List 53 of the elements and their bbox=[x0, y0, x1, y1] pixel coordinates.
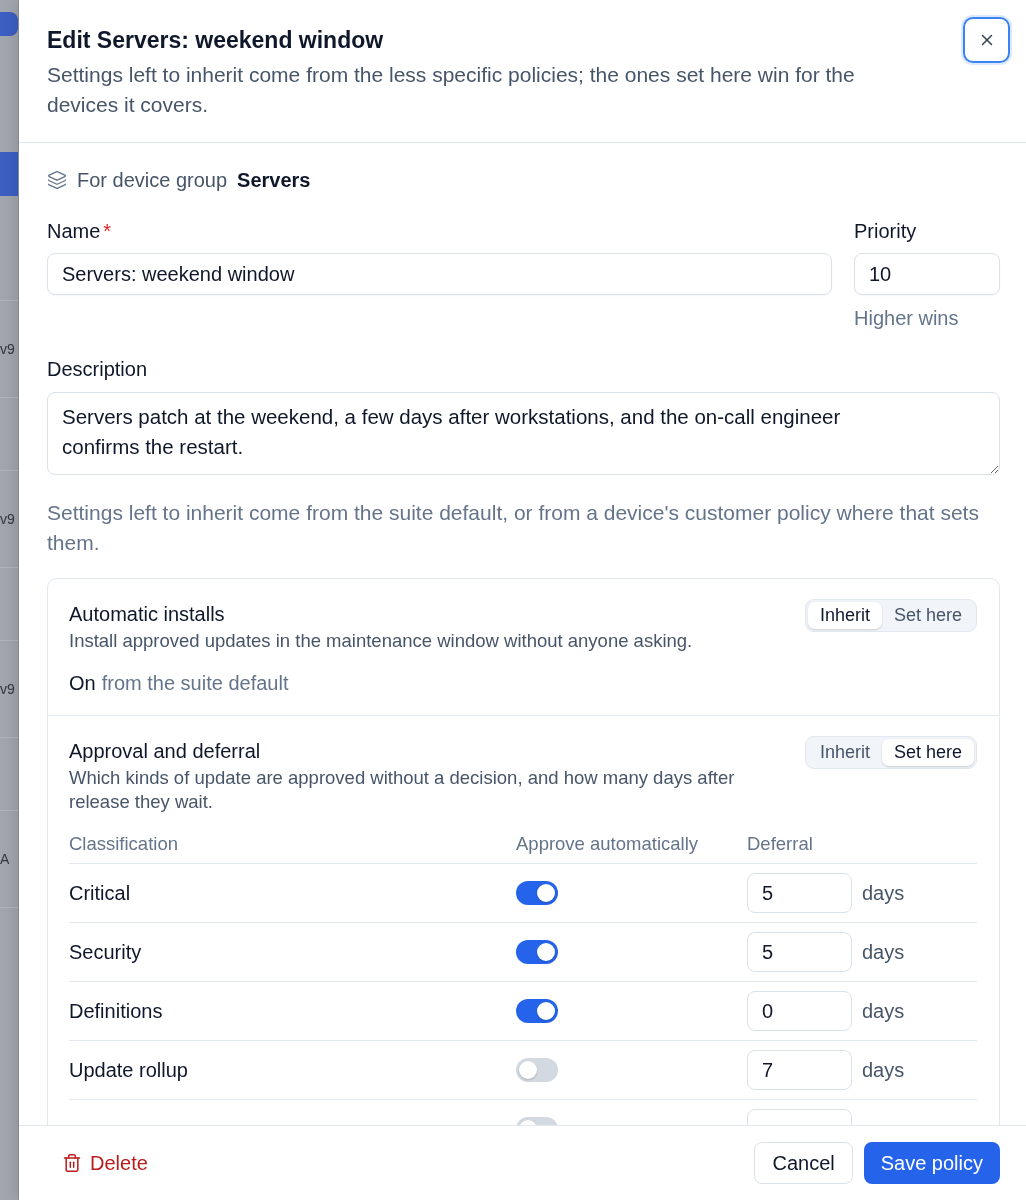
required-mark: * bbox=[103, 219, 112, 243]
classification-cell: Security bbox=[69, 941, 142, 963]
logo-icon bbox=[0, 12, 18, 36]
mode-tab[interactable]: Set here bbox=[881, 602, 974, 629]
cancel-button[interactable]: Cancel bbox=[754, 1142, 853, 1184]
toggle-switch[interactable] bbox=[516, 881, 558, 905]
unit-label: days bbox=[862, 999, 905, 1023]
close-button[interactable] bbox=[963, 17, 1010, 63]
column-header: Deferral bbox=[747, 832, 814, 856]
unit-label: days bbox=[862, 940, 905, 964]
value-source: from the suite default bbox=[101, 671, 289, 695]
description-input[interactable]: Servers patch at the weekend, a few days after workstations, and the on-call engineer confirms the restart. bbox=[47, 392, 1000, 475]
field-label: Description bbox=[47, 357, 149, 381]
toggle-switch[interactable] bbox=[516, 999, 558, 1023]
classification-cell: Definitions bbox=[69, 1000, 163, 1022]
dialog-title: Edit Servers: weekend window bbox=[47, 26, 385, 55]
scope-label: For device group bbox=[77, 168, 228, 192]
trash-icon bbox=[62, 1153, 82, 1173]
section-description: Which kinds of update are approved without a decision, and how many days after release they wait. bbox=[69, 766, 736, 814]
inherit-note: Settings left to inherit come from the suite default, or from a device's customer policy where that sets them. bbox=[47, 500, 980, 556]
delete-button[interactable]: Delete bbox=[47, 1142, 163, 1184]
classification-cell: Critical bbox=[69, 882, 131, 904]
deferral-input[interactable]: 0 bbox=[747, 991, 852, 1031]
mode-tab[interactable]: Set here bbox=[881, 739, 974, 766]
row-text: v9 bbox=[0, 510, 15, 528]
deferral-input[interactable]: 5 bbox=[747, 932, 852, 972]
toggle-switch[interactable] bbox=[516, 940, 558, 964]
field-label: Name bbox=[47, 219, 101, 243]
deferral-input[interactable]: 7 bbox=[747, 1050, 852, 1090]
save-button[interactable]: Save policy bbox=[863, 1142, 1000, 1184]
classification-cell: Update rollup bbox=[69, 1059, 188, 1081]
name-input[interactable]: Servers: weekend window bbox=[47, 253, 832, 295]
column-header: Classification bbox=[69, 832, 179, 856]
field-hint: Higher wins bbox=[854, 307, 960, 329]
row-text: v9 bbox=[0, 680, 15, 698]
mode-tab[interactable]: Inherit bbox=[807, 602, 882, 629]
field-label: Priority bbox=[854, 219, 917, 243]
row-text: A bbox=[0, 850, 10, 868]
dialog-subtitle: Settings left to inherit come from the less specific policies; the ones set here win for the devices it covers. bbox=[47, 62, 856, 118]
current-value: On bbox=[69, 671, 96, 695]
column-header: Approve automatically bbox=[516, 832, 699, 856]
row-text: v9 bbox=[0, 340, 15, 358]
unit-label: days bbox=[862, 1058, 905, 1082]
toggle-switch[interactable] bbox=[516, 1058, 558, 1082]
priority-input[interactable]: 10 bbox=[854, 253, 1000, 295]
layers-icon bbox=[47, 170, 67, 190]
unit-label: days bbox=[862, 881, 905, 905]
mode-tab[interactable]: Inherit bbox=[807, 739, 882, 766]
scope-value: Servers bbox=[237, 168, 311, 192]
deferral-input[interactable]: 5 bbox=[747, 873, 852, 913]
section-description: Install approved updates in the maintenance window without anyone asking. bbox=[69, 629, 694, 653]
section-title: Automatic installs bbox=[69, 602, 226, 627]
section-title: Approval and deferral bbox=[69, 739, 262, 764]
